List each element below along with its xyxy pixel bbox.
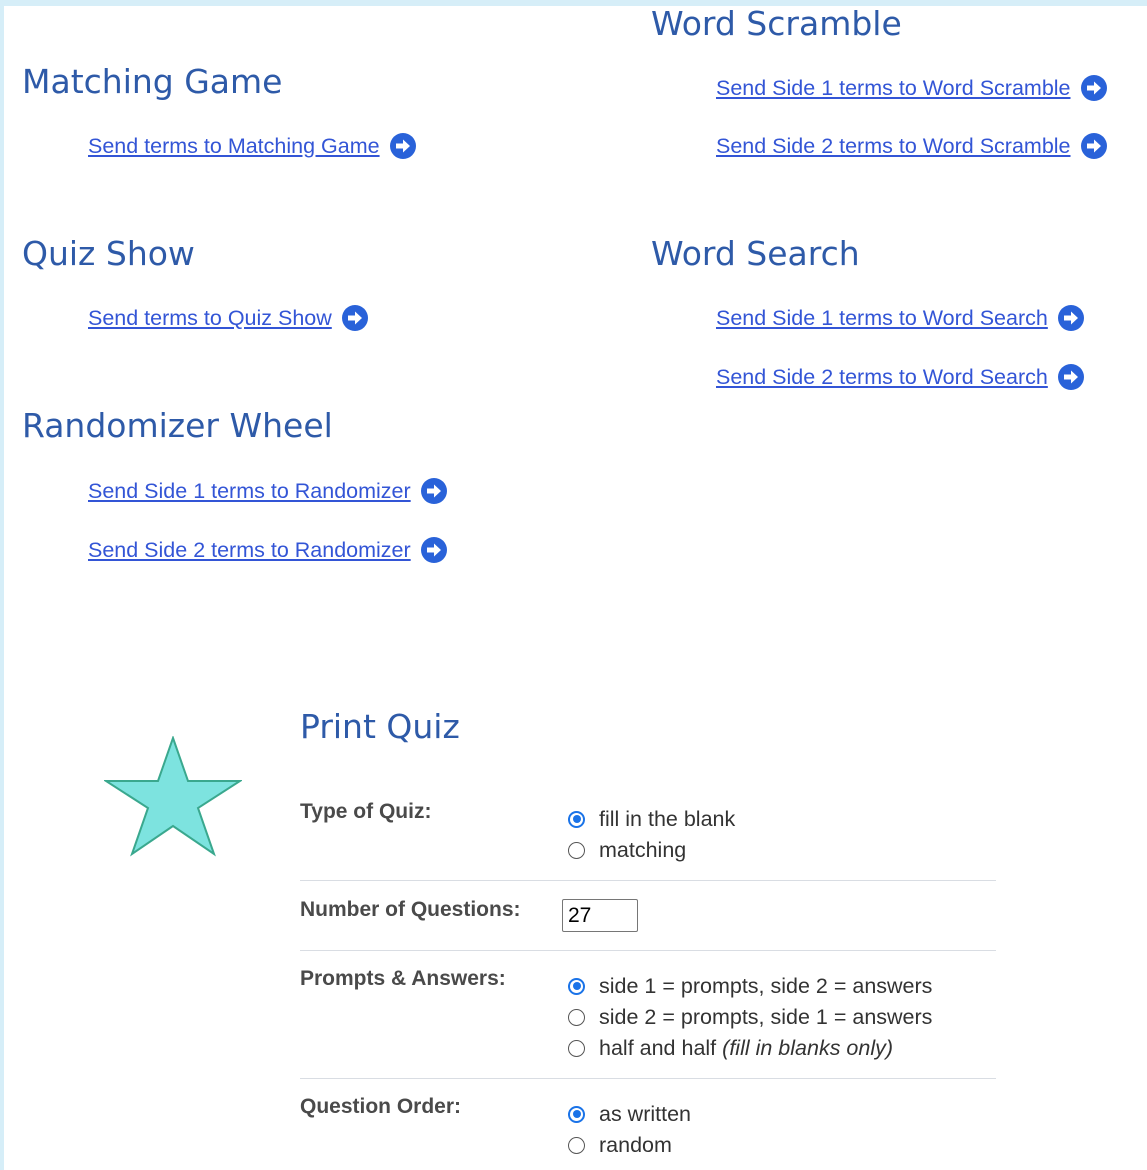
quiz-type-fill-in-blank-option[interactable]: fill in the blank: [568, 804, 735, 834]
radio-unchecked-icon[interactable]: [568, 1136, 585, 1154]
side2-prompts-option[interactable]: side 2 = prompts, side 1 = answers: [568, 1002, 932, 1032]
arrow-circle-right-icon[interactable]: [389, 133, 416, 159]
radio-unchecked-icon[interactable]: [568, 1008, 585, 1026]
type-of-quiz-label: Type of Quiz:: [300, 800, 432, 823]
print-quiz-heading: Print Quiz: [300, 707, 460, 746]
type-of-quiz-row: Type of Quiz: fill in the blank matching: [300, 788, 996, 881]
randomizer-side1-row[interactable]: Send Side 1 terms to Randomizer: [88, 476, 447, 506]
radio-unchecked-icon[interactable]: [568, 1039, 585, 1057]
arrow-circle-right-icon[interactable]: [1057, 364, 1084, 390]
matching-game-row[interactable]: Send terms to Matching Game: [88, 131, 416, 161]
word-scramble-heading: Word Scramble: [651, 4, 902, 43]
randomizer-side2-row[interactable]: Send Side 2 terms to Randomizer: [88, 535, 447, 565]
prompts-answers-row: Prompts & Answers: side 1 = prompts, sid…: [300, 951, 996, 1079]
radio-checked-icon[interactable]: [568, 810, 585, 828]
quiz-type-matching-option[interactable]: matching: [568, 835, 686, 865]
word-scramble-side1-row[interactable]: Send Side 1 terms to Word Scramble: [716, 73, 1107, 103]
prompts-answers-label: Prompts & Answers:: [300, 967, 506, 990]
side1-prompts-option[interactable]: side 1 = prompts, side 2 = answers: [568, 971, 932, 1001]
page-frame-top: [0, 0, 1147, 6]
arrow-circle-right-icon[interactable]: [420, 478, 447, 504]
option-label: as written: [599, 1101, 692, 1126]
number-of-questions-label: Number of Questions:: [300, 898, 521, 921]
quiz-show-heading: Quiz Show: [22, 234, 195, 273]
send-side2-word-search-link[interactable]: Send Side 2 terms to Word Search: [716, 365, 1048, 390]
matching-game-heading: Matching Game: [22, 62, 283, 101]
number-of-questions-input[interactable]: [562, 899, 638, 932]
randomizer-wheel-heading: Randomizer Wheel: [22, 406, 333, 445]
star-icon: [104, 736, 242, 857]
send-side2-word-scramble-link[interactable]: Send Side 2 terms to Word Scramble: [716, 134, 1071, 159]
send-terms-matching-game-link[interactable]: Send terms to Matching Game: [88, 134, 380, 159]
option-label: matching: [599, 837, 687, 862]
send-side2-randomizer-link[interactable]: Send Side 2 terms to Randomizer: [88, 538, 411, 563]
arrow-circle-right-icon[interactable]: [1080, 75, 1107, 101]
radio-unchecked-icon[interactable]: [568, 841, 585, 859]
question-order-row: Question Order: as written random: [300, 1079, 996, 1170]
order-as-written-option[interactable]: as written: [568, 1099, 691, 1129]
radio-checked-icon[interactable]: [568, 977, 585, 995]
option-label: fill in the blank: [599, 806, 736, 831]
send-side1-randomizer-link[interactable]: Send Side 1 terms to Randomizer: [88, 479, 411, 504]
number-of-questions-row: Number of Questions:: [300, 881, 996, 951]
question-order-label: Question Order:: [300, 1095, 462, 1118]
option-label: side 2 = prompts, side 1 = answers: [599, 1004, 933, 1029]
send-side1-word-search-link[interactable]: Send Side 1 terms to Word Search: [716, 306, 1048, 331]
quiz-show-row[interactable]: Send terms to Quiz Show: [88, 303, 368, 333]
arrow-circle-right-icon[interactable]: [420, 537, 447, 563]
option-label: half and half: [599, 1035, 717, 1060]
option-label: random: [599, 1132, 672, 1157]
option-label: side 1 = prompts, side 2 = answers: [599, 973, 933, 998]
page-frame-left: [0, 0, 4, 1170]
option-note: (fill in blanks only): [722, 1035, 894, 1060]
arrow-circle-right-icon[interactable]: [341, 305, 368, 331]
word-search-heading: Word Search: [651, 234, 860, 273]
word-scramble-side2-row[interactable]: Send Side 2 terms to Word Scramble: [716, 131, 1107, 161]
word-search-side2-row[interactable]: Send Side 2 terms to Word Search: [716, 362, 1084, 392]
send-side1-word-scramble-link[interactable]: Send Side 1 terms to Word Scramble: [716, 76, 1071, 101]
send-terms-quiz-show-link[interactable]: Send terms to Quiz Show: [88, 306, 332, 331]
arrow-circle-right-icon[interactable]: [1080, 133, 1107, 159]
word-search-side1-row[interactable]: Send Side 1 terms to Word Search: [716, 303, 1084, 333]
half-and-half-option[interactable]: half and half (fill in blanks only): [568, 1033, 893, 1063]
arrow-circle-right-icon[interactable]: [1057, 305, 1084, 331]
radio-checked-icon[interactable]: [568, 1105, 585, 1123]
order-random-option[interactable]: random: [568, 1130, 672, 1160]
